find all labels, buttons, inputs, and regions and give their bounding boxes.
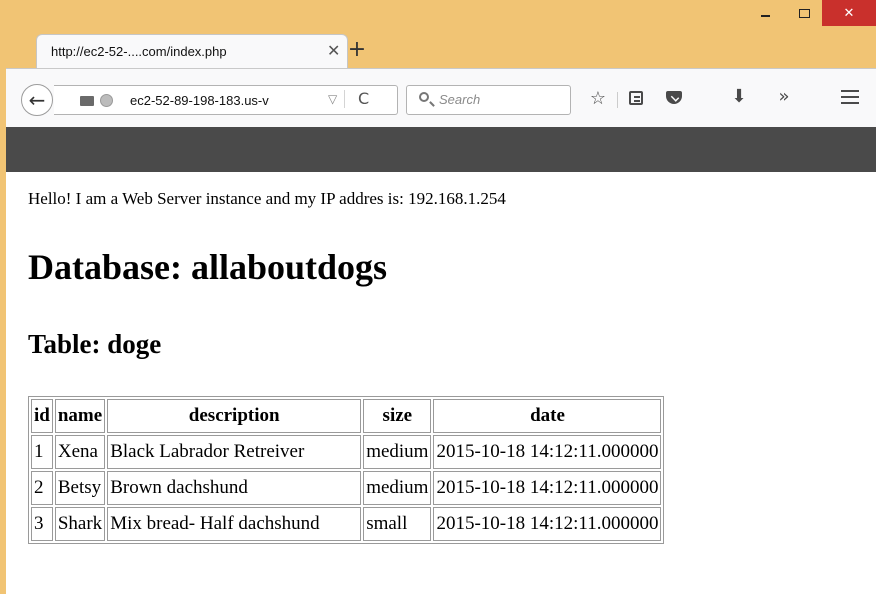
table-row: 1 Xena Black Labrador Retreiver medium 2… bbox=[31, 435, 662, 469]
table-cell: 3 bbox=[31, 507, 53, 541]
greeting-text: Hello! I am a Web Server instance and my… bbox=[28, 189, 506, 208]
table-cell: Shark bbox=[54, 507, 106, 541]
bookmarks-list-icon bbox=[629, 91, 643, 105]
overflow-chevron-icon[interactable]: » bbox=[772, 86, 796, 107]
maximize-button[interactable] bbox=[786, 0, 822, 26]
history-icon bbox=[80, 96, 94, 106]
dark-toolbar-strip bbox=[6, 127, 876, 172]
reload-icon[interactable]: C bbox=[358, 89, 369, 108]
table-cell: 2015-10-18 14:12:11.000000 bbox=[433, 435, 662, 469]
table-heading: Table: doge bbox=[28, 329, 162, 359]
page-content: Hello! I am a Web Server instance and my… bbox=[6, 172, 876, 594]
table-cell: 2 bbox=[31, 471, 53, 505]
column-header: id bbox=[31, 399, 53, 433]
url-text[interactable]: ec2-52-89-198-183.us-v bbox=[130, 93, 269, 108]
search-icon bbox=[419, 92, 429, 102]
back-arrow-icon: ← bbox=[28, 88, 46, 112]
column-header: description bbox=[107, 399, 362, 433]
table-cell: Mix bread- Half dachshund bbox=[107, 507, 362, 541]
table-cell: Brown dachshund bbox=[107, 471, 362, 505]
search-placeholder: Search bbox=[439, 92, 481, 107]
back-button[interactable]: ← bbox=[21, 84, 53, 116]
bookmark-star-icon[interactable]: ☆ bbox=[586, 88, 610, 109]
table-row: 3 Shark Mix bread- Half dachshund small … bbox=[31, 507, 662, 541]
download-icon[interactable]: ⬇ bbox=[727, 86, 751, 107]
toolbar-divider bbox=[617, 92, 618, 108]
browser-tab[interactable]: http://ec2-52-....com/index.php ✕ bbox=[36, 34, 348, 69]
new-tab-button[interactable]: + bbox=[346, 39, 368, 63]
table-cell: Xena bbox=[54, 435, 106, 469]
globe-icon bbox=[100, 94, 113, 107]
browser-window: ✕ http://ec2-52-....com/index.php ✕ + ← … bbox=[6, 0, 876, 594]
url-divider bbox=[344, 90, 345, 108]
table-header-row: id name description size date bbox=[31, 399, 662, 433]
hamburger-menu-button[interactable] bbox=[839, 90, 861, 104]
data-table: id name description size date 1 Xena Bla… bbox=[28, 396, 665, 544]
column-header: size bbox=[363, 399, 432, 433]
database-heading: Database: allaboutdogs bbox=[28, 247, 388, 287]
close-window-button[interactable]: ✕ bbox=[822, 0, 876, 26]
table-cell: Betsy bbox=[54, 471, 106, 505]
table-cell: small bbox=[363, 507, 432, 541]
table-cell: Black Labrador Retreiver bbox=[107, 435, 362, 469]
table-cell: 1 bbox=[31, 435, 53, 469]
site-identity[interactable] bbox=[78, 94, 116, 108]
hamburger-menu-icon bbox=[841, 90, 859, 104]
table-cell: medium bbox=[363, 435, 432, 469]
maximize-icon bbox=[798, 8, 810, 18]
pocket-icon bbox=[666, 91, 682, 104]
table-cell: 2015-10-18 14:12:11.000000 bbox=[433, 507, 662, 541]
table-row: 2 Betsy Brown dachshund medium 2015-10-1… bbox=[31, 471, 662, 505]
table-cell: medium bbox=[363, 471, 432, 505]
column-header: name bbox=[54, 399, 106, 433]
url-dropdown-icon[interactable]: ▽ bbox=[328, 92, 337, 106]
minimize-button[interactable] bbox=[744, 0, 786, 26]
column-header: date bbox=[433, 399, 662, 433]
table-cell: 2015-10-18 14:12:11.000000 bbox=[433, 471, 662, 505]
pocket-button[interactable] bbox=[662, 91, 686, 104]
minimize-icon bbox=[760, 15, 770, 17]
bookmarks-menu-button[interactable] bbox=[624, 91, 648, 105]
search-box[interactable]: Search bbox=[406, 85, 571, 115]
tab-close-icon[interactable]: ✕ bbox=[327, 41, 340, 60]
tab-title: http://ec2-52-....com/index.php bbox=[51, 44, 227, 59]
close-icon: ✕ bbox=[843, 5, 855, 21]
